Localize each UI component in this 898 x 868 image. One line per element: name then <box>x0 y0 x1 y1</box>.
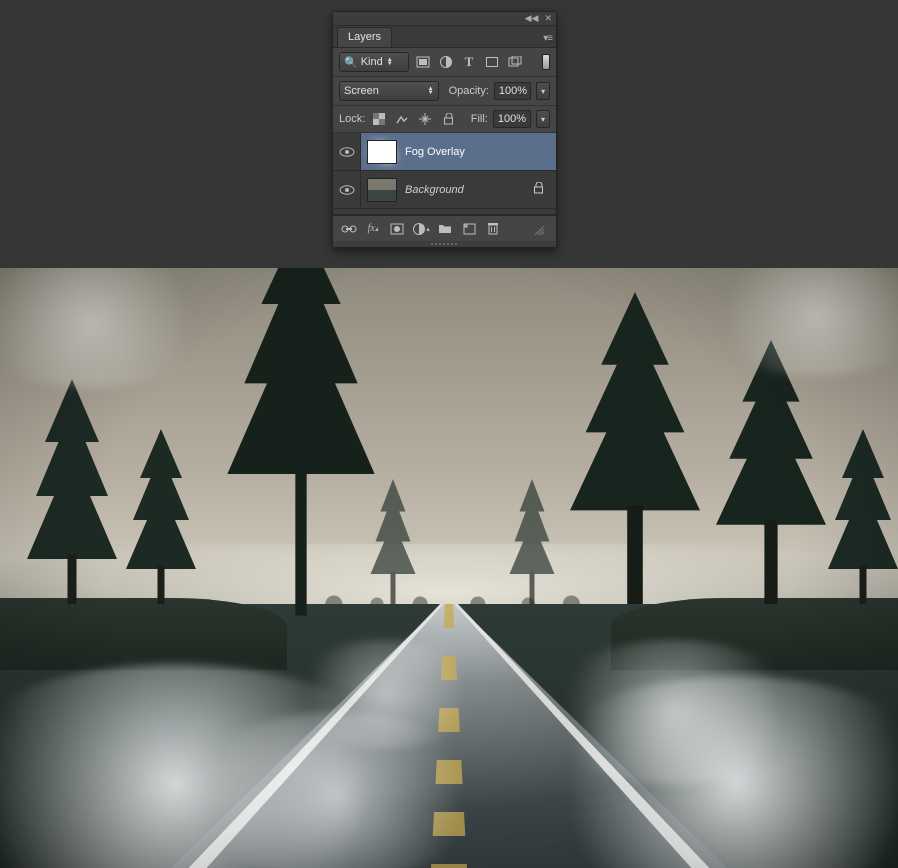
opacity-input[interactable]: 100% <box>494 82 531 100</box>
new-layer-icon[interactable] <box>459 219 479 239</box>
opacity-label: Opacity: <box>449 85 489 97</box>
layer-list: Fog Overlay Background <box>333 133 556 215</box>
blend-row: Screen ▲▼ Opacity: 100% ▾ <box>333 77 556 106</box>
layer-mask-thumbnail[interactable] <box>367 140 397 164</box>
fx-icon[interactable]: fx▴ <box>363 219 383 239</box>
new-adjustment-icon[interactable]: ▴ <box>411 219 431 239</box>
chevron-updown-icon: ▲▼ <box>428 87 434 95</box>
filter-shape-icon[interactable] <box>483 53 501 71</box>
lock-position-icon[interactable] <box>416 110 434 128</box>
filter-kind-label: Kind <box>361 56 383 68</box>
panel-tabbar: Layers ▾≡ <box>333 26 556 48</box>
fill-input[interactable]: 100% <box>493 110 531 128</box>
panel-menu-icon[interactable]: ▾≡ <box>543 33 552 44</box>
layer-row[interactable]: Background <box>333 171 556 209</box>
eye-icon <box>339 147 355 157</box>
canvas-preview <box>0 268 898 868</box>
fill-stepper[interactable]: ▾ <box>536 110 550 128</box>
layer-thumbnail[interactable] <box>367 178 397 202</box>
visibility-toggle[interactable] <box>333 133 361 170</box>
filter-adjust-icon[interactable] <box>437 53 455 71</box>
visibility-toggle[interactable] <box>333 171 361 208</box>
lock-icon <box>533 182 544 197</box>
filter-type-icon[interactable]: T <box>460 53 478 71</box>
filter-kind-dropdown[interactable]: 🔍 Kind ▲▼ <box>339 52 409 72</box>
opacity-stepper[interactable]: ▾ <box>536 82 550 100</box>
filter-smart-icon[interactable] <box>506 53 524 71</box>
search-icon: 🔍 <box>344 56 358 69</box>
lock-row: Lock: Fill: 100% ▾ <box>333 106 556 133</box>
lock-all-icon[interactable] <box>439 110 457 128</box>
blend-mode-value: Screen <box>344 85 379 97</box>
layer-name[interactable]: Fog Overlay <box>405 146 550 158</box>
resize-grip-icon[interactable] <box>530 221 550 241</box>
filter-toggle-switch[interactable] <box>542 54 550 70</box>
chevron-updown-icon: ▲▼ <box>387 58 393 66</box>
layer-row[interactable]: Fog Overlay <box>333 133 556 171</box>
panel-resize-handle[interactable] <box>333 241 556 247</box>
blend-mode-dropdown[interactable]: Screen ▲▼ <box>339 81 439 101</box>
new-group-icon[interactable] <box>435 219 455 239</box>
panel-titlebar[interactable]: ◀◀ ✕ <box>333 12 556 26</box>
fill-label: Fill: <box>471 113 488 125</box>
delete-layer-icon[interactable] <box>483 219 503 239</box>
lock-transparent-icon[interactable] <box>370 110 388 128</box>
eye-icon <box>339 185 355 195</box>
add-mask-icon[interactable] <box>387 219 407 239</box>
collapse-icon[interactable]: ◀◀ <box>525 14 539 23</box>
layers-panel: ◀◀ ✕ Layers ▾≡ 🔍 Kind ▲▼ T Screen <box>332 11 557 248</box>
panel-footer: fx▴ ▴ <box>333 215 556 241</box>
lock-label: Lock: <box>339 113 365 125</box>
tab-layers[interactable]: Layers <box>337 27 392 47</box>
link-layers-icon[interactable] <box>339 219 359 239</box>
filter-row: 🔍 Kind ▲▼ T <box>333 48 556 77</box>
filter-pixel-icon[interactable] <box>414 53 432 71</box>
close-icon[interactable]: ✕ <box>544 14 552 23</box>
layer-name[interactable]: Background <box>405 184 525 196</box>
lock-image-icon[interactable] <box>393 110 411 128</box>
